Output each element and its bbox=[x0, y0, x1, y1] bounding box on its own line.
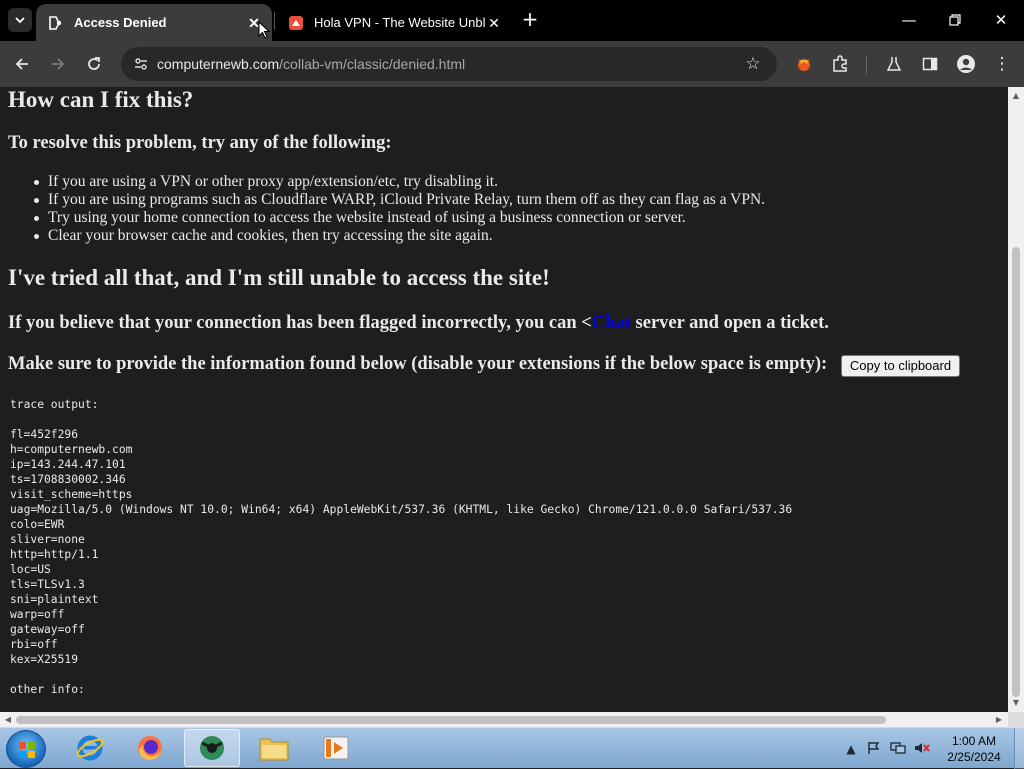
scroll-corner bbox=[1008, 712, 1024, 727]
tab-search-chevron-icon[interactable] bbox=[8, 8, 32, 32]
url-host: computernewb.com bbox=[157, 56, 280, 72]
taskbar-clock[interactable]: 1:00 AM 2/25/2024 bbox=[934, 733, 1014, 765]
hola-favicon-icon bbox=[288, 15, 304, 31]
tab-title: Hola VPN - The Website Unbloc bbox=[314, 15, 486, 30]
internet-explorer-icon bbox=[76, 735, 104, 761]
show-desktop-button[interactable] bbox=[1014, 728, 1024, 769]
toolbar-divider bbox=[866, 56, 867, 74]
forward-arrow-icon[interactable] bbox=[44, 50, 72, 78]
list-item: Clear your browser cache and cookies, th… bbox=[33, 227, 765, 245]
bookmark-star-icon[interactable]: ☆ bbox=[741, 52, 765, 76]
clock-time: 1:00 AM bbox=[951, 734, 997, 748]
taskbar: ▲ 1:00 AM 2/25/2024 bbox=[0, 727, 1024, 769]
scroll-right-arrow-icon[interactable]: ▶ bbox=[992, 712, 1006, 727]
browser-menu-icon[interactable]: ⋮ bbox=[988, 50, 1016, 78]
firefox-icon bbox=[138, 736, 162, 760]
close-tab-icon[interactable]: ✕ bbox=[486, 15, 502, 31]
show-hidden-icons-icon[interactable]: ▲ bbox=[843, 741, 859, 757]
heading-how-to-fix: How can I fix this? bbox=[8, 87, 194, 112]
reload-icon[interactable] bbox=[80, 50, 108, 78]
taskbar-internet-explorer[interactable] bbox=[62, 729, 118, 767]
action-center-flag-icon[interactable] bbox=[866, 741, 882, 757]
clock-date: 2/25/2024 bbox=[947, 750, 1001, 764]
network-icon[interactable] bbox=[890, 741, 906, 757]
side-panel-icon[interactable] bbox=[916, 50, 944, 78]
start-button[interactable] bbox=[6, 730, 46, 768]
flagged-paragraph: If you believe that your connection has … bbox=[8, 313, 829, 334]
close-window-icon[interactable]: ✕ bbox=[986, 6, 1016, 34]
scroll-up-arrow-icon[interactable]: ▲ bbox=[1008, 89, 1024, 103]
vertical-scroll-thumb[interactable] bbox=[1012, 247, 1020, 697]
profile-avatar-icon[interactable] bbox=[952, 50, 980, 78]
tab-access-denied[interactable]: Access Denied ✕ bbox=[36, 4, 272, 41]
address-bar[interactable]: computernewb.com/collab-vm/classic/denie… bbox=[121, 47, 777, 81]
heading-still-unable: I've tried all that, and I'm still unabl… bbox=[8, 265, 550, 290]
scroll-down-arrow-icon[interactable]: ▼ bbox=[1008, 696, 1024, 710]
suggestion-list: If you are using a VPN or other proxy ap… bbox=[33, 173, 766, 245]
new-tab-plus-icon[interactable]: + bbox=[518, 8, 542, 32]
mouse-cursor-icon bbox=[258, 20, 271, 39]
list-item: If you are using a VPN or other proxy ap… bbox=[33, 173, 765, 191]
taskbar-media-player[interactable] bbox=[308, 729, 364, 767]
folder-icon bbox=[259, 738, 289, 761]
tab-hola-vpn[interactable]: Hola VPN - The Website Unbloc ✕ bbox=[276, 4, 512, 41]
chrome-favicon-icon bbox=[48, 15, 64, 31]
resolve-intro: To resolve this problem, try any of the … bbox=[8, 133, 392, 153]
url-text: computernewb.com/collab-vm/classic/denie… bbox=[157, 47, 465, 81]
site-info-icon[interactable] bbox=[129, 52, 153, 76]
horizontal-scrollbar[interactable]: ◀ ▶ bbox=[0, 712, 1008, 727]
horizontal-scroll-thumb[interactable] bbox=[16, 716, 886, 724]
list-item: If you are using programs such as Cloudf… bbox=[33, 191, 766, 208]
scroll-left-arrow-icon[interactable]: ◀ bbox=[1, 712, 15, 727]
trace-output: trace output: fl=452f296 h=computernewb.… bbox=[10, 398, 793, 696]
chrome-app-icon bbox=[200, 736, 224, 760]
tab-strip: Access Denied ✕ Hola VPN - The Website U… bbox=[0, 0, 1024, 41]
tab-divider bbox=[274, 12, 275, 30]
media-player-icon bbox=[323, 736, 349, 760]
minimize-window-icon[interactable]: — bbox=[894, 6, 924, 34]
restore-window-icon[interactable] bbox=[940, 6, 970, 34]
labs-flask-icon[interactable] bbox=[880, 50, 908, 78]
url-path: /collab-vm/classic/denied.html bbox=[279, 56, 466, 72]
windows-logo-icon bbox=[19, 742, 35, 758]
back-arrow-icon[interactable] bbox=[8, 50, 36, 78]
flagged-text-after: server and open a ticket. bbox=[630, 313, 829, 333]
volume-muted-icon[interactable] bbox=[914, 741, 930, 757]
taskbar-chrome[interactable] bbox=[184, 729, 240, 767]
flagged-text-before: If you believe that your connection has … bbox=[8, 313, 592, 333]
page-content: How can I fix this? To resolve this prob… bbox=[0, 87, 1008, 712]
list-item: Try using your home connection to access… bbox=[33, 209, 765, 227]
taskbar-file-explorer[interactable] bbox=[246, 729, 302, 767]
chat-link[interactable]: Chat bbox=[592, 313, 631, 333]
vertical-scrollbar[interactable]: ▲ ▼ bbox=[1008, 87, 1024, 712]
browser-toolbar: computernewb.com/collab-vm/classic/denie… bbox=[0, 41, 1024, 87]
extensions-puzzle-icon[interactable] bbox=[826, 50, 854, 78]
provide-info-text: Make sure to provide the information fou… bbox=[8, 354, 828, 374]
extension-fox-icon[interactable] bbox=[790, 50, 818, 78]
tab-title: Access Denied bbox=[74, 15, 167, 30]
taskbar-firefox[interactable] bbox=[122, 729, 178, 767]
copy-to-clipboard-button[interactable]: Copy to clipboard bbox=[841, 355, 960, 377]
